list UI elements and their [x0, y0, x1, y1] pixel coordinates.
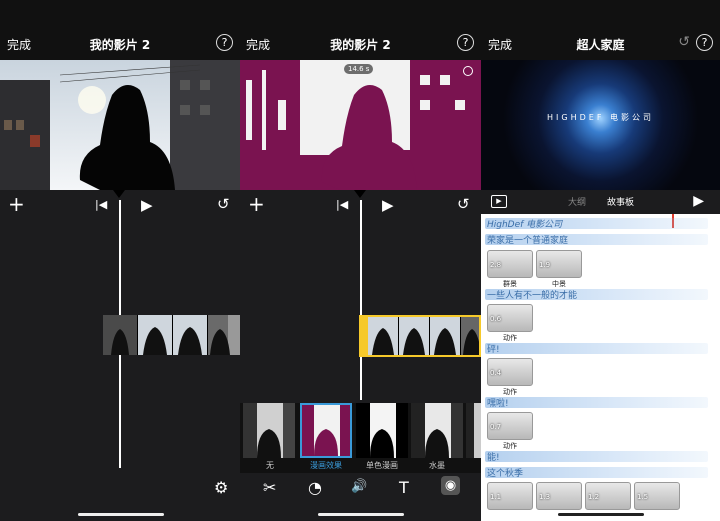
storyboard-clip[interactable]: 1.5: [634, 482, 680, 510]
trailer-logo-image: HIGHDEF 电影公司: [481, 60, 720, 190]
storyboard: HighDef 电影公司 荣家是一个普通家庭 2.8 群景 1.9 中景 一些人…: [481, 214, 720, 521]
filter-mono-comic[interactable]: [356, 403, 408, 458]
tab-storyboard[interactable]: 故事板: [607, 195, 634, 208]
filter-thumbnail-image: [243, 403, 295, 458]
zoom-icon[interactable]: [463, 66, 473, 76]
playhead-caret: [113, 190, 125, 198]
storyboard-clip[interactable]: 1.3: [536, 482, 582, 510]
top-bar: 完成 我的影片 2 ?: [0, 0, 240, 60]
editor-panel-timeline: 完成 我的影片 2 ? + |◀ ▶ ↺: [0, 0, 240, 521]
clip-thumbnail-image: [461, 317, 479, 355]
help-icon[interactable]: ?: [216, 34, 233, 51]
filter-thumbnail-image: [302, 405, 350, 456]
clip-thumbnail: [103, 315, 138, 355]
filter-none[interactable]: [243, 403, 295, 458]
skip-to-start-icon[interactable]: |◀: [95, 198, 107, 211]
video-clip[interactable]: [103, 315, 240, 355]
storyboard-clip[interactable]: 2.8: [487, 250, 533, 278]
preview-play-icon[interactable]: ▶: [491, 195, 507, 208]
filter-ink[interactable]: [411, 403, 463, 458]
filter-thumbnail-image: [466, 403, 481, 458]
selected-video-clip[interactable]: [359, 315, 481, 357]
clip-thumbnail: [138, 315, 173, 355]
clip-thumbnail: [173, 315, 208, 355]
help-icon[interactable]: ?: [696, 34, 713, 51]
trailer-preview-area: 完成 超人家庭 ↺ ? HIGHDEF 电影公司: [481, 0, 720, 190]
home-indicator: [78, 513, 164, 516]
storyboard-text-row[interactable]: 砰!: [485, 342, 708, 355]
storyboard-text-row[interactable]: 一些人有不一般的才能: [485, 288, 708, 301]
scissors-icon[interactable]: ✂: [263, 478, 276, 497]
clip-thumbnail: [399, 317, 430, 355]
undo-icon[interactable]: ↺: [457, 195, 470, 213]
studio-logo-text: HIGHDEF 电影公司: [547, 113, 654, 122]
settings-gear-icon[interactable]: ⚙: [214, 478, 228, 497]
storyboard-clip[interactable]: 1.2: [585, 482, 631, 510]
volume-icon[interactable]: 🔊: [351, 479, 367, 494]
playhead-line[interactable]: [360, 200, 362, 400]
filter-icon[interactable]: ◉: [441, 476, 460, 495]
filter-comic[interactable]: [300, 403, 352, 458]
storyboard-clip[interactable]: 1.1: [487, 482, 533, 510]
filter-label-comic: 漫画效果: [310, 461, 342, 470]
add-media-icon[interactable]: +: [248, 192, 265, 216]
storyboard-text-row[interactable]: 能!: [485, 450, 708, 463]
undo-icon[interactable]: ↺: [217, 195, 230, 213]
storyboard-text-row[interactable]: 荣家是一个普通家庭: [485, 233, 708, 246]
trailer-panel: 完成 超人家庭 ↺ ? HIGHDEF 电影公司 ▶ 大纲 故事板 ▶ High…: [481, 0, 720, 521]
storyboard-text-row[interactable]: 这个秋季: [485, 466, 708, 479]
filter-label-mono-comic: 单色漫画: [366, 461, 398, 470]
storyboard-clip[interactable]: 0.4: [487, 358, 533, 386]
home-indicator: [318, 513, 404, 516]
trailer-tabs: ▶ 大纲 故事板 ▶: [481, 190, 720, 214]
project-title: 我的影片 2: [89, 38, 151, 52]
skip-to-start-icon[interactable]: |◀: [336, 198, 348, 211]
video-frame-image: [0, 60, 240, 190]
top-bar: 完成 超人家庭 ↺ ?: [481, 0, 720, 60]
editor-panel-filters: 完成 我的影片 2 ? 14.6 s + |◀ ▶ ↺ 无 漫画效果 单色漫画 …: [240, 0, 481, 521]
clip-thumbnail: [368, 317, 399, 355]
storyboard-text-row[interactable]: HighDef 电影公司: [485, 217, 708, 230]
clip-thumbnail: [208, 315, 240, 355]
speed-icon[interactable]: ◔: [308, 478, 322, 497]
clip-thumbnail-image: [368, 317, 398, 355]
clip-thumbnail-image: [103, 315, 137, 355]
clip-thumbnail-image: [138, 315, 172, 355]
storyboard-clip[interactable]: 0.6: [487, 304, 533, 332]
video-preview: 14.6 s: [240, 60, 481, 190]
clip-trim-handle[interactable]: [361, 317, 368, 355]
video-frame-image: [240, 60, 481, 190]
clip-thumbnail: [430, 317, 461, 355]
filter-label-ink: 水墨: [429, 461, 445, 470]
play-icon[interactable]: ▶: [382, 196, 394, 214]
top-bar: 完成 我的影片 2 ?: [240, 0, 481, 60]
play-icon[interactable]: ▶: [693, 193, 704, 209]
add-media-icon[interactable]: +: [8, 192, 25, 216]
text-icon[interactable]: T: [399, 478, 409, 497]
filter-thumbnail-image: [356, 403, 408, 458]
project-title: 我的影片 2: [330, 38, 391, 52]
clip-duration-badge: 14.6 s: [344, 64, 374, 74]
filter-strip: 无 漫画效果 单色漫画 水墨: [240, 403, 481, 473]
video-preview: [0, 60, 240, 190]
clip-thumbnail-image: [399, 317, 429, 355]
undo-icon[interactable]: ↺: [678, 34, 690, 50]
play-icon[interactable]: ▶: [141, 196, 153, 214]
storyboard-clip[interactable]: 0.7: [487, 412, 533, 440]
clip-thumbnail-image: [173, 315, 207, 355]
home-indicator: [558, 513, 644, 516]
clip-thumbnail: [461, 317, 479, 355]
clip-thumbnail-image: [208, 315, 240, 355]
playhead-caret: [354, 190, 366, 198]
filter-more[interactable]: [466, 403, 481, 458]
tab-outline[interactable]: 大纲: [568, 195, 586, 208]
filter-thumbnail-image: [411, 403, 463, 458]
help-icon[interactable]: ?: [457, 34, 474, 51]
filter-label-none: 无: [266, 461, 274, 470]
clip-thumbnail-image: [430, 317, 460, 355]
storyboard-clip[interactable]: 1.9: [536, 250, 582, 278]
storyboard-text-row[interactable]: 嘿啦!: [485, 396, 708, 409]
